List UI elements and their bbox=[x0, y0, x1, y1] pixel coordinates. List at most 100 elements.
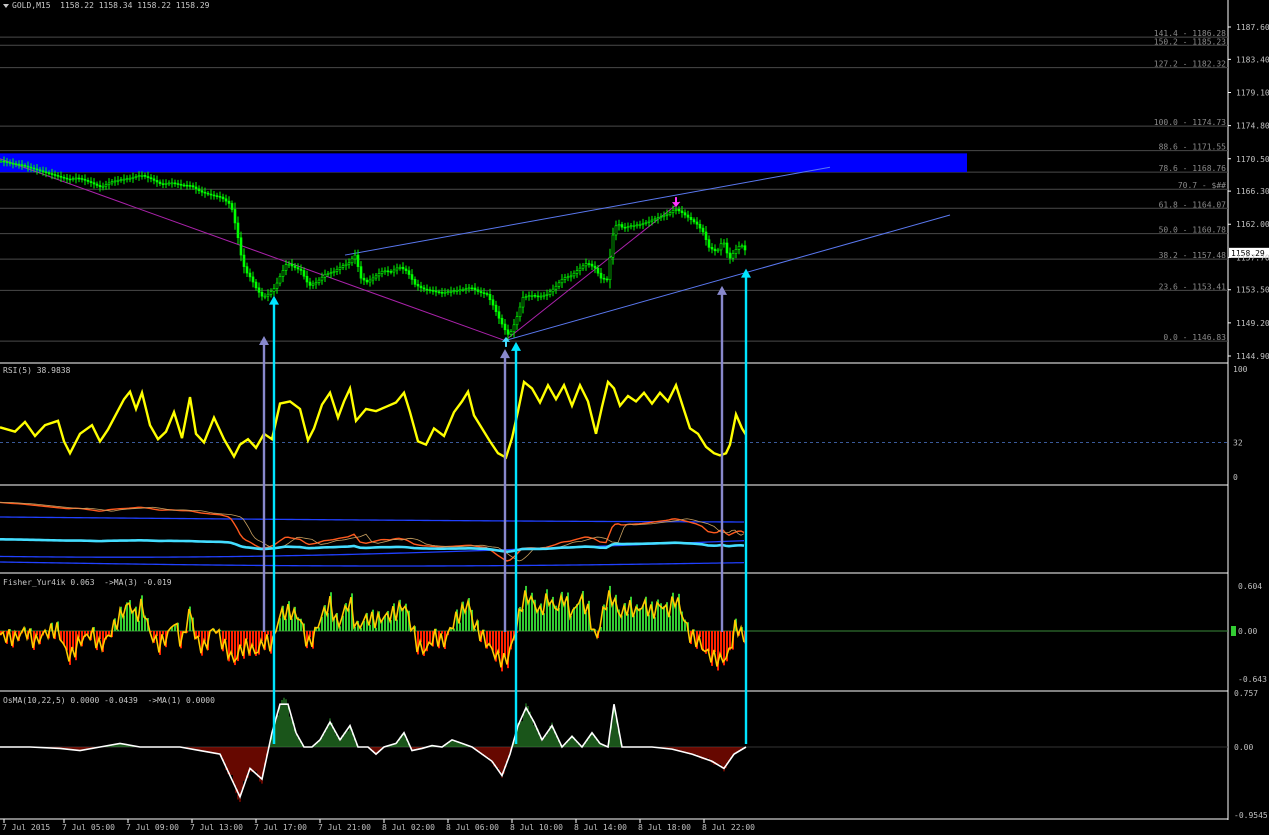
candle-body bbox=[428, 289, 432, 292]
candle-body bbox=[116, 179, 120, 182]
candle-body bbox=[173, 182, 177, 185]
candle-body bbox=[434, 290, 438, 293]
candle-body bbox=[191, 185, 195, 188]
candle-body bbox=[569, 275, 573, 278]
candle-body bbox=[350, 258, 354, 264]
candle-body bbox=[197, 188, 201, 191]
fisher-axis-label: 0.00 bbox=[1238, 627, 1257, 636]
candle-body bbox=[257, 287, 261, 293]
gold-m15-chart[interactable]: 141.4 - 1186.28150.2 - 1185.23127.2 - 11… bbox=[0, 0, 1269, 835]
candle-body bbox=[254, 281, 258, 289]
candle-body bbox=[590, 263, 594, 267]
candle-body bbox=[449, 290, 453, 293]
fisher-histogram-bar bbox=[639, 608, 641, 631]
time-tick-label: 7 Jul 13:00 bbox=[190, 823, 243, 832]
time-tick-label: 7 Jul 09:00 bbox=[126, 823, 179, 832]
candle-body bbox=[566, 276, 570, 279]
candle-body bbox=[143, 175, 147, 177]
candle-body bbox=[737, 246, 741, 250]
candle-body bbox=[638, 224, 642, 226]
candle-body bbox=[380, 270, 384, 274]
candle-body bbox=[692, 219, 696, 223]
candle-body bbox=[188, 185, 192, 187]
candle-body bbox=[101, 185, 105, 188]
candle-body bbox=[653, 218, 657, 221]
candle-body bbox=[86, 180, 90, 182]
candle-body bbox=[620, 224, 624, 228]
fisher-axis-label: 0.604 bbox=[1238, 582, 1262, 591]
candle-body bbox=[398, 266, 402, 269]
candle-body bbox=[647, 220, 651, 223]
symbol-label: GOLD,M15 bbox=[12, 1, 51, 10]
candle-body bbox=[0, 160, 3, 163]
candle-body bbox=[512, 324, 516, 333]
candle-body bbox=[392, 269, 396, 273]
fib-level-label: 61.8 - 1164.07 bbox=[1159, 200, 1227, 209]
candle-body bbox=[374, 275, 378, 279]
fisher-histogram-bar bbox=[285, 618, 287, 631]
candle-body bbox=[644, 222, 648, 224]
price-tick-label: 1187.60 bbox=[1236, 23, 1269, 32]
candle-body bbox=[68, 178, 72, 181]
candle-body bbox=[11, 162, 15, 165]
fisher-histogram-bar bbox=[543, 613, 545, 631]
candle-body bbox=[281, 270, 285, 277]
osma-axis-label: -0.9545 bbox=[1234, 811, 1268, 820]
candle-body bbox=[161, 183, 165, 185]
fisher-histogram-bar bbox=[654, 617, 656, 631]
candle-body bbox=[362, 277, 366, 281]
candle-body bbox=[155, 180, 159, 183]
candle-body bbox=[332, 271, 336, 273]
candle-body bbox=[425, 288, 429, 291]
candle-body bbox=[35, 168, 39, 171]
candle-body bbox=[371, 277, 375, 281]
blue-resistance-zone[interactable] bbox=[0, 153, 967, 173]
candle-body bbox=[32, 167, 36, 170]
candle-body bbox=[347, 262, 351, 265]
main-pane-header: GOLD,M15 1158.22 1158.34 1158.22 1158.29 bbox=[3, 1, 209, 10]
candle-body bbox=[395, 267, 399, 271]
candle-body bbox=[320, 276, 324, 281]
candle-body bbox=[455, 290, 459, 292]
candle-body bbox=[728, 252, 732, 259]
candle-body bbox=[107, 182, 111, 185]
candle-body bbox=[497, 311, 501, 319]
candle-body bbox=[518, 306, 522, 318]
candle-body bbox=[557, 282, 561, 287]
fisher-histogram-bar bbox=[402, 607, 404, 631]
candle-body bbox=[299, 268, 303, 271]
candle-body bbox=[122, 178, 126, 181]
fisher-histogram-bar bbox=[138, 620, 140, 631]
candle-body bbox=[17, 163, 21, 166]
candle-body bbox=[662, 215, 666, 217]
candle-body bbox=[224, 198, 228, 202]
price-tick-label: 1149.20 bbox=[1236, 319, 1269, 328]
candle-body bbox=[734, 249, 738, 254]
candle-body bbox=[119, 179, 123, 181]
candle-body bbox=[608, 257, 612, 281]
candle-body bbox=[170, 182, 174, 185]
candle-body bbox=[359, 266, 363, 279]
candle-body bbox=[680, 210, 684, 213]
fisher-histogram-bar bbox=[72, 631, 74, 649]
price-tick-label: 1170.50 bbox=[1236, 155, 1269, 164]
candle-body bbox=[698, 223, 702, 229]
fisher-current-marker bbox=[1231, 626, 1236, 636]
candle-body bbox=[587, 263, 591, 265]
fisher-histogram-bar bbox=[396, 619, 398, 631]
candle-body bbox=[23, 164, 27, 167]
candle-body bbox=[260, 292, 264, 297]
candle-body bbox=[488, 294, 492, 301]
candle-body bbox=[521, 297, 525, 308]
dropdown-triangle-icon[interactable] bbox=[3, 3, 9, 8]
time-tick-label: 8 Jul 18:00 bbox=[638, 823, 691, 832]
candle-body bbox=[128, 177, 132, 180]
candle-body bbox=[659, 216, 663, 218]
candle-body bbox=[704, 231, 708, 240]
candle-body bbox=[674, 209, 678, 211]
price-tick-label: 1179.10 bbox=[1236, 88, 1269, 97]
fisher-histogram-bar bbox=[714, 631, 716, 652]
fisher-header: Fisher_Yur4ik 0.063 ->MA(3) -0.019 bbox=[3, 578, 172, 587]
candle-body bbox=[470, 287, 474, 290]
fisher-histogram-bar bbox=[642, 605, 644, 631]
